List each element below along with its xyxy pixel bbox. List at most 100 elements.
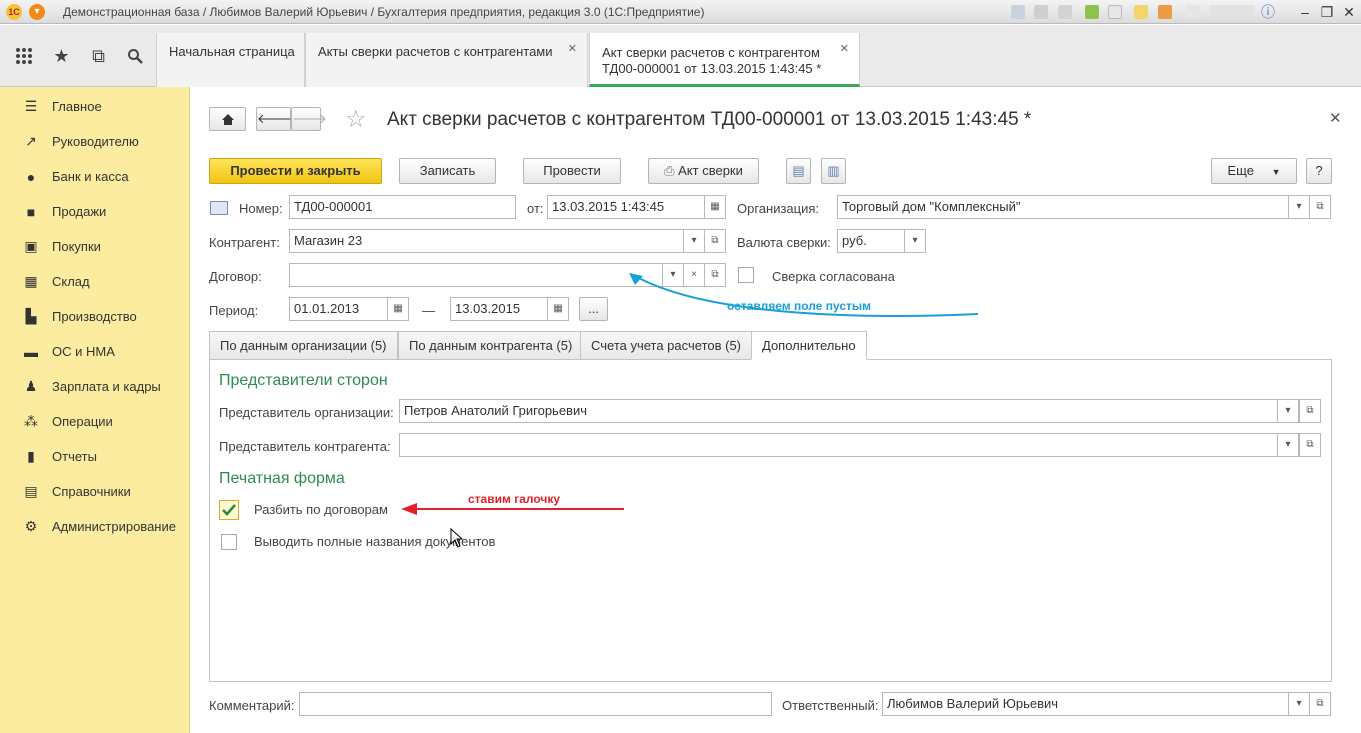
cp-representative-dropdown[interactable]: ▾ [1277,433,1299,457]
save-icon[interactable] [1011,5,1025,19]
box-icon: ▦ [24,273,38,289]
app-logo: 1С [6,4,22,20]
info-icon[interactable]: ⓘ [1259,3,1277,21]
sidebar-item-label: Производство [52,309,137,324]
tab-additional[interactable]: Дополнительно [751,331,867,360]
sidebar-item-label: Склад [52,274,90,289]
back-button[interactable]: 🡐 [256,107,292,131]
post-and-close-button[interactable]: Провести и закрыть [209,158,382,184]
tab-home[interactable]: Начальная страница [156,33,305,87]
tab-accounts[interactable]: Счета учета расчетов (5) [580,331,753,360]
close-form-icon[interactable]: ✕ [1329,109,1342,127]
more-button[interactable]: Еще ▼ [1211,158,1297,184]
sidebar-item-production[interactable]: ▙ Производство [0,299,190,334]
organization-field[interactable]: Торговый дом "Комплексный" [837,195,1289,219]
structure-icon-button[interactable]: ▥ [821,158,846,184]
responsible-field[interactable]: Любимов Валерий Юрьевич [882,692,1289,716]
currency-field[interactable]: руб. [837,229,907,253]
sidebar-item-assets[interactable]: ▬ ОС и НМА [0,334,190,369]
save-button[interactable]: Записать [399,158,496,184]
document-form: 🡐 🡒 ☆ Акт сверки расчетов с контрагентом… [191,87,1361,733]
tab-counterparty-data[interactable]: По данным контрагента (5) [398,331,584,360]
responsible-open[interactable]: ⧉ [1309,692,1331,716]
sidebar-item-salary[interactable]: ♟ Зарплата и кадры [0,369,190,404]
tab-acts-list[interactable]: Акты сверки расчетов с контрагентами ✕ [305,33,588,87]
org-representative-open[interactable]: ⧉ [1299,399,1321,423]
forward-button[interactable]: 🡒 [291,107,327,131]
period-to-field[interactable]: 13.03.2015 [450,297,549,321]
tab-act-document[interactable]: Акт сверки расчетов с контрагентом ТД00-… [589,33,860,87]
restore-icon[interactable]: ❐ [1318,3,1336,21]
close-tab-icon[interactable]: ✕ [568,41,577,57]
people-icon: ♟ [24,378,38,394]
date-field[interactable]: 13.03.2015 1:43:45 [547,195,705,219]
sidebar-item-bank[interactable]: ● Банк и касса [0,159,190,194]
chevron-down-icon: ▾ [1285,439,1291,450]
counterparty-open[interactable]: ⧉ [704,229,726,253]
sidebar-item-warehouse[interactable]: ▦ Склад [0,264,190,299]
sidebar-item-catalogs[interactable]: ▤ Справочники [0,474,190,509]
calendar-button[interactable]: ▦ [704,195,726,219]
document-title: Акт сверки расчетов с контрагентом ТД00-… [387,109,1032,130]
history-icon[interactable]: ⧉ [80,25,117,87]
arrow-right-icon: 🡒 [292,111,327,126]
post-button[interactable]: Провести [523,158,621,184]
organization-open[interactable]: ⧉ [1309,195,1331,219]
sidebar-item-director[interactable]: ↗ Руководителю [0,124,190,159]
bar-chart-icon: ▮ [27,448,35,464]
search-icon[interactable] [116,25,153,87]
org-representative-dropdown[interactable]: ▾ [1277,399,1299,423]
number-label: Номер: [239,201,283,216]
apps-grid-icon[interactable] [5,25,42,87]
org-representative-label: Представитель организации: [219,405,394,420]
cp-representative-field[interactable] [399,433,1280,457]
cp-representative-open[interactable]: ⧉ [1299,433,1321,457]
print-form-section-title: Печатная форма [219,470,345,487]
currency-dropdown[interactable]: ▾ [904,229,926,253]
favorites-star-icon[interactable]: ★ [43,25,80,87]
favorites-add-icon[interactable] [1085,5,1099,19]
responsible-dropdown[interactable]: ▾ [1288,692,1310,716]
contract-field[interactable] [289,263,665,287]
period-select-button[interactable]: ... [579,297,608,321]
help-button[interactable]: ? [1306,158,1332,184]
sidebar-item-main[interactable]: ☰ Главное [0,89,190,124]
sidebar-item-purchases[interactable]: ▣ Покупки [0,229,190,264]
split-by-contracts-checkbox[interactable] [219,500,239,520]
period-from-calendar[interactable]: ▦ [387,297,409,321]
print-icon[interactable] [1034,5,1048,19]
memory-buttons-icon[interactable] [1209,5,1255,19]
close-tab-icon[interactable]: ✕ [840,41,849,57]
print-act-button[interactable]: ⎙ Акт сверки [648,158,759,184]
sidebar-item-sales[interactable]: ■ Продажи [0,194,190,229]
calendar-icon[interactable] [1158,5,1172,19]
period-to-calendar[interactable]: ▦ [547,297,569,321]
tab-org-data[interactable]: По данным организации (5) [209,331,398,360]
home-button[interactable] [209,107,246,131]
sidebar-item-operations[interactable]: ⁂ Операции [0,404,190,439]
notes-icon[interactable] [1134,5,1148,19]
tab-acts-list-label: Акты сверки расчетов с контрагентами [318,44,553,59]
calculator-icon[interactable] [1186,5,1200,19]
factory-icon: ▙ [25,308,37,324]
org-representative-field[interactable]: Петров Анатолий Григорьевич [399,399,1280,423]
number-field[interactable]: ТД00-000001 [289,195,516,219]
link-icon[interactable] [1108,5,1122,19]
comment-field[interactable] [299,692,772,716]
counterparty-dropdown[interactable]: ▾ [683,229,705,253]
minimize-icon[interactable]: – [1296,3,1314,21]
chevron-down-icon: ▾ [912,235,918,246]
document-icon-button[interactable]: ▤ [786,158,811,184]
sidebar-item-admin[interactable]: ⚙ Администрирование [0,509,190,544]
sidebar: ☰ Главное ↗ Руководителю ● Банк и касса ■ Пр… [0,87,190,733]
full-names-checkbox[interactable] [221,534,237,550]
car-icon: ▬ [24,343,38,360]
organization-dropdown[interactable]: ▾ [1288,195,1310,219]
favorite-star-icon[interactable]: ☆ [345,105,367,134]
close-window-icon[interactable]: ✕ [1340,3,1358,21]
main-menu-icon[interactable]: ▾ [29,4,45,20]
period-from-field[interactable]: 01.01.2013 [289,297,388,321]
sidebar-item-reports[interactable]: ▮ Отчеты [0,439,190,474]
counterparty-field[interactable]: Магазин 23 [289,229,686,253]
preview-icon[interactable] [1058,5,1072,19]
